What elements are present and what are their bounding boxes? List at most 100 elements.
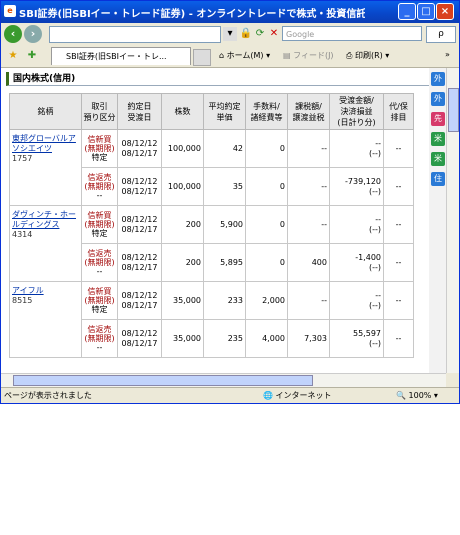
table-row: アイフル 8515 信新買 (無期限) 特定 08/12/12 08/12/17 35,000… [9,281,414,358]
dates-cell: 08/12/12 08/12/17 [117,129,162,168]
positions-table: 銘柄 取引 預り区分 約定日 受渡日 株数 平均約定 単価 手数料/ 諸経費等 課税額/ 譲… [9,93,414,358]
stock-code: 8515 [12,296,33,305]
new-tab-button[interactable] [193,49,211,66]
trade-type: 信新買 [87,134,112,144]
back-button[interactable]: ‹ [4,25,22,43]
pl-value: (--) [368,262,381,272]
stock-link[interactable]: ダヴィンチ・ホールディングス [12,210,79,230]
vertical-scrollbar[interactable] [446,68,459,373]
extra-cell: -- [383,281,414,320]
amount-cell: 55,597 (--) [329,319,384,358]
amount-value: -- [375,214,381,224]
table-header-row: 銘柄 取引 預り区分 約定日 受渡日 株数 平均約定 単価 手数料/ 諸経費等 課税額/ 譲… [9,93,414,130]
side-link-icon[interactable]: 米 [431,132,445,146]
amount-cell: -- (--) [329,281,384,320]
home-button[interactable]: ⌂ ホーム(M) ▾ [219,50,270,61]
stock-cell: ダヴィンチ・ホールディングス 4314 [9,205,82,282]
address-input[interactable] [49,26,221,43]
trade-type-cell: 信返売 (無期限) -- [81,319,118,358]
stock-link[interactable]: アイフル [12,286,79,296]
side-link-icon[interactable]: 米 [431,152,445,166]
feed-label: フィード(J) [293,51,334,60]
refresh-icon[interactable]: ⟳ [253,27,267,41]
side-link-icon[interactable]: 外 [431,72,445,86]
trade-term: (無期限) [84,143,115,153]
maximize-button[interactable]: □ [417,3,435,20]
zone-label: インターネット [275,391,332,400]
pl-value: (--) [368,224,381,234]
trade-term: (無期限) [84,257,115,267]
trade-term: (無期限) [84,181,115,191]
extra-cell: -- [383,205,414,244]
settle-date: 08/12/17 [121,300,158,310]
trade-type-cell: 信新買 (無期限) 特定 [81,129,118,168]
shares-cell: 35,000 [161,281,204,320]
dropdown-icon[interactable]: ▾ [223,27,237,41]
fee-cell: 0 [245,205,288,244]
browser-window: e SBI証券(旧SBIイー・トレード証券) - オンライントレードで株式・投資… [0,0,460,404]
column-header: 平均約定 単価 [203,93,246,130]
trade-date: 08/12/12 [121,214,158,224]
fee-cell: 0 [245,129,288,168]
account-type: -- [96,190,103,200]
more-chevron-icon[interactable]: » [445,50,450,59]
price-cell: 233 [203,281,246,320]
tab-label: SBI証券(旧SBIイー・トレ... [66,52,167,61]
trade-type: 信返売 [87,248,112,258]
pl-value: (--) [368,338,381,348]
fee-cell: 0 [245,243,288,282]
trade-date: 08/12/12 [121,176,158,186]
amount-cell: -739,120 (--) [329,167,384,206]
stop-icon[interactable]: ✕ [267,27,281,41]
side-link-icon[interactable]: 先 [431,112,445,126]
shares-cell: 200 [161,205,204,244]
stock-link[interactable]: 東邦グローバルアソシエイツ [12,134,79,154]
extra-cell: -- [383,319,414,358]
column-header: 課税額/ 譲渡益税 [287,93,330,130]
home-label: ホーム(M) [226,51,264,60]
forward-button[interactable]: › [24,25,42,43]
account-type: -- [96,266,103,276]
tab-bar: ★ ✚ SBI証券(旧SBIイー・トレ... ⌂ ホーム(M) ▾ ▤ フィード… [1,45,459,68]
window-title: SBI証券(旧SBIイー・トレード証券) - オンライントレードで株式・投資信託… [19,9,365,20]
search-button[interactable]: ρ [426,26,456,43]
column-header: 代/保 排目 [383,93,414,130]
favorites-star-icon[interactable]: ★ [6,49,20,63]
right-side-panel: 外外先米米住 [429,68,447,373]
trade-date: 08/12/12 [121,252,158,262]
pl-value: (--) [368,300,381,310]
shares-cell: 35,000 [161,319,204,358]
zone-indicator: 🌐 インターネット [263,391,332,400]
price-cell: 42 [203,129,246,168]
search-input[interactable]: Google [282,26,422,41]
print-button[interactable]: ⎙ 印刷(R) ▾ [346,50,389,61]
add-favorite-icon[interactable]: ✚ [25,49,39,63]
amount-cell: -- (--) [329,205,384,244]
horizontal-scrollbar[interactable] [1,373,446,387]
trade-type: 信新買 [87,210,112,220]
feed-button[interactable]: ▤ フィード(J) [283,50,334,61]
amount-value: -1,400 [355,252,381,262]
amount-value: -739,120 [345,176,381,186]
extra-cell: -- [383,167,414,206]
trade-type: 信新買 [87,286,112,296]
column-header: 手数料/ 諸経費等 [245,93,288,130]
trade-type-cell: 信返売 (無期限) -- [81,167,118,206]
scroll-thumb[interactable] [13,375,313,386]
tab-sbi[interactable]: SBI証券(旧SBIイー・トレ... [51,47,191,65]
column-header: 約定日 受渡日 [117,93,162,130]
print-label: 印刷(R) [354,51,383,60]
scroll-thumb[interactable] [448,88,459,132]
close-button[interactable]: × [436,3,454,20]
fee-cell: 4,000 [245,319,288,358]
trade-term: (無期限) [84,219,115,229]
settle-date: 08/12/17 [121,262,158,272]
column-header: 銘柄 [9,93,82,130]
side-link-icon[interactable]: 住 [431,172,445,186]
price-cell: 5,900 [203,205,246,244]
tax-cell: -- [287,281,330,320]
trade-type: 信返売 [87,172,112,182]
minimize-button[interactable]: _ [398,3,416,20]
zoom-button[interactable]: 🔍 100% ▾ [396,388,438,403]
side-link-icon[interactable]: 外 [431,92,445,106]
